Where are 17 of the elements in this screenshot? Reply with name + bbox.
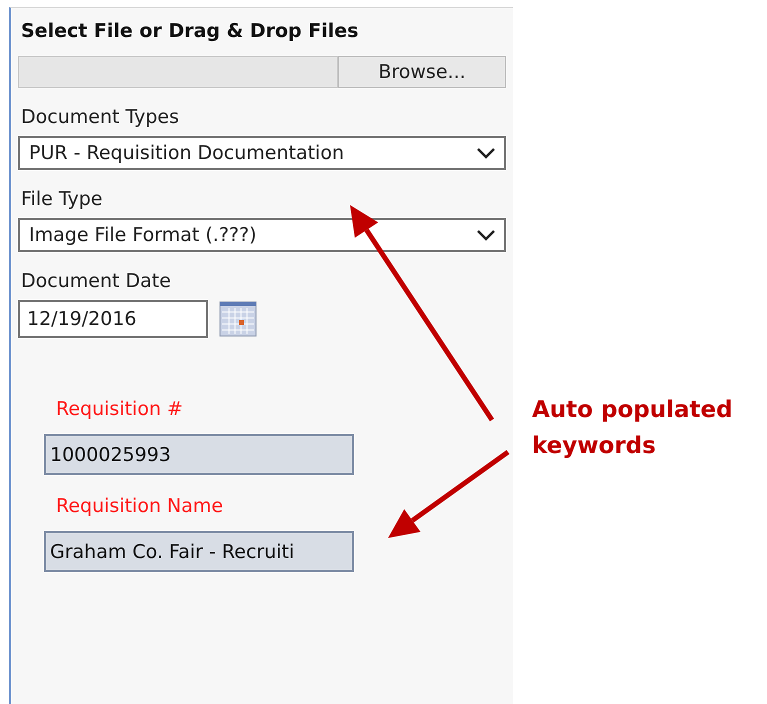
- file-path-field[interactable]: [18, 56, 338, 88]
- chevron-down-icon: [476, 229, 496, 241]
- field-label: Document Types: [21, 106, 180, 128]
- calendar-icon[interactable]: [219, 300, 257, 338]
- field-label: File Type: [21, 188, 104, 210]
- annotation-text: Auto populated keywords: [532, 396, 734, 461]
- keyword-field[interactable]: 1000025993: [44, 434, 354, 475]
- dropdown[interactable]: Image File Format (.???): [18, 218, 506, 252]
- chevron-down-icon: [476, 147, 496, 159]
- browse-button[interactable]: Browse...: [338, 56, 506, 88]
- keyword-field[interactable]: Graham Co. Fair - Recruiti: [44, 531, 354, 572]
- keyword-label: Requisition #: [56, 398, 184, 420]
- date-field[interactable]: 12/19/2016: [18, 300, 208, 338]
- panel-title: Select File or Drag & Drop Files: [21, 20, 360, 42]
- dropdown[interactable]: PUR - Requisition Documentation: [18, 136, 506, 170]
- field-label: Document Date: [21, 270, 172, 292]
- keyword-label: Requisition Name: [56, 495, 224, 517]
